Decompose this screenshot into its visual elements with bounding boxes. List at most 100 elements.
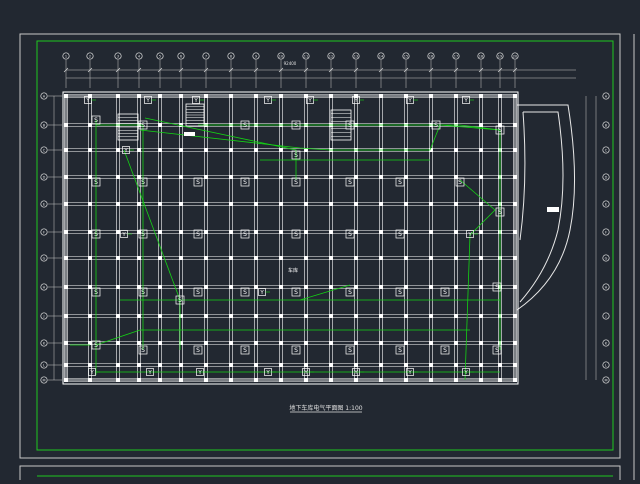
column (137, 341, 141, 345)
axis-label-left: D (43, 175, 46, 179)
fixture-symbol: S (348, 179, 352, 186)
column (429, 314, 433, 318)
overall-dimension: 92400 (284, 61, 297, 66)
column (254, 285, 258, 289)
column (204, 256, 208, 260)
column (137, 363, 141, 367)
vehicle-ramp (516, 104, 576, 311)
sheet-inner-border (36, 40, 614, 451)
column (254, 341, 258, 345)
column (429, 256, 433, 260)
column (454, 341, 458, 345)
column (304, 378, 308, 382)
axis-label-top: 20 (513, 55, 517, 59)
column (429, 363, 433, 367)
fixture-symbol: S (294, 347, 298, 354)
fixture-symbol: S (243, 289, 247, 296)
axis-label-right: J (604, 314, 606, 318)
fixture-symbol: S (348, 122, 352, 129)
column (354, 175, 358, 179)
axis-label-top: 10 (279, 55, 283, 59)
column (513, 363, 517, 367)
column (329, 314, 333, 318)
column (379, 94, 383, 98)
column (64, 148, 68, 152)
column (354, 314, 358, 318)
fixture-symbol: S (94, 289, 98, 296)
column (498, 363, 502, 367)
column (116, 285, 120, 289)
column (229, 256, 233, 260)
column (454, 378, 458, 382)
column (229, 230, 233, 234)
outlet-symbol: Y (307, 98, 312, 104)
fixture-symbol: S (498, 209, 502, 216)
column (88, 123, 92, 127)
column (204, 378, 208, 382)
outlet-symbol: Y (467, 232, 472, 238)
column (454, 256, 458, 260)
column (229, 314, 233, 318)
column (254, 314, 258, 318)
wire-run (144, 117, 297, 180)
column (354, 285, 358, 289)
outlet-symbol: Y (265, 98, 270, 104)
column (304, 314, 308, 318)
column (88, 314, 92, 318)
column (354, 256, 358, 260)
fixture-symbol: S (94, 342, 98, 349)
fixture-symbol: S (398, 289, 402, 296)
column (158, 285, 162, 289)
column (513, 123, 517, 127)
column (279, 175, 283, 179)
column (329, 202, 333, 206)
column (513, 314, 517, 318)
fixture-symbol: S (495, 347, 499, 354)
column (454, 314, 458, 318)
column (279, 341, 283, 345)
axis-label-right: C (605, 148, 608, 152)
fixture-symbol: S (141, 122, 145, 129)
column (379, 378, 383, 382)
column (304, 202, 308, 206)
column (429, 94, 433, 98)
axis-label-right: L (605, 363, 607, 367)
column (116, 363, 120, 367)
column (479, 202, 483, 206)
outer-wall (62, 91, 519, 385)
column (179, 285, 183, 289)
column (137, 314, 141, 318)
column (158, 123, 162, 127)
column (479, 175, 483, 179)
column (304, 285, 308, 289)
axis-label-top: 16 (429, 55, 433, 59)
room-label: 车库 (288, 267, 298, 274)
column (429, 202, 433, 206)
column (304, 341, 308, 345)
axis-label-right: A (605, 94, 608, 98)
column (229, 363, 233, 367)
column (279, 256, 283, 260)
column (329, 378, 333, 382)
fixture-symbol: S (348, 347, 352, 354)
inner-wall (65, 95, 516, 381)
column (354, 202, 358, 206)
column (204, 230, 208, 234)
column (479, 230, 483, 234)
column (88, 363, 92, 367)
column (229, 94, 233, 98)
column (137, 94, 141, 98)
column (64, 285, 68, 289)
column (479, 148, 483, 152)
column (479, 256, 483, 260)
axis-label-right: D (605, 175, 608, 179)
axis-label-top: 4 (138, 55, 141, 59)
outlet-symbol: Y (147, 370, 152, 376)
fixture-symbol: S (196, 231, 200, 238)
column (379, 341, 383, 345)
axis-label-left: A (43, 94, 46, 98)
column (379, 202, 383, 206)
column (158, 314, 162, 318)
axis-label-left: B (43, 123, 46, 127)
column (279, 202, 283, 206)
